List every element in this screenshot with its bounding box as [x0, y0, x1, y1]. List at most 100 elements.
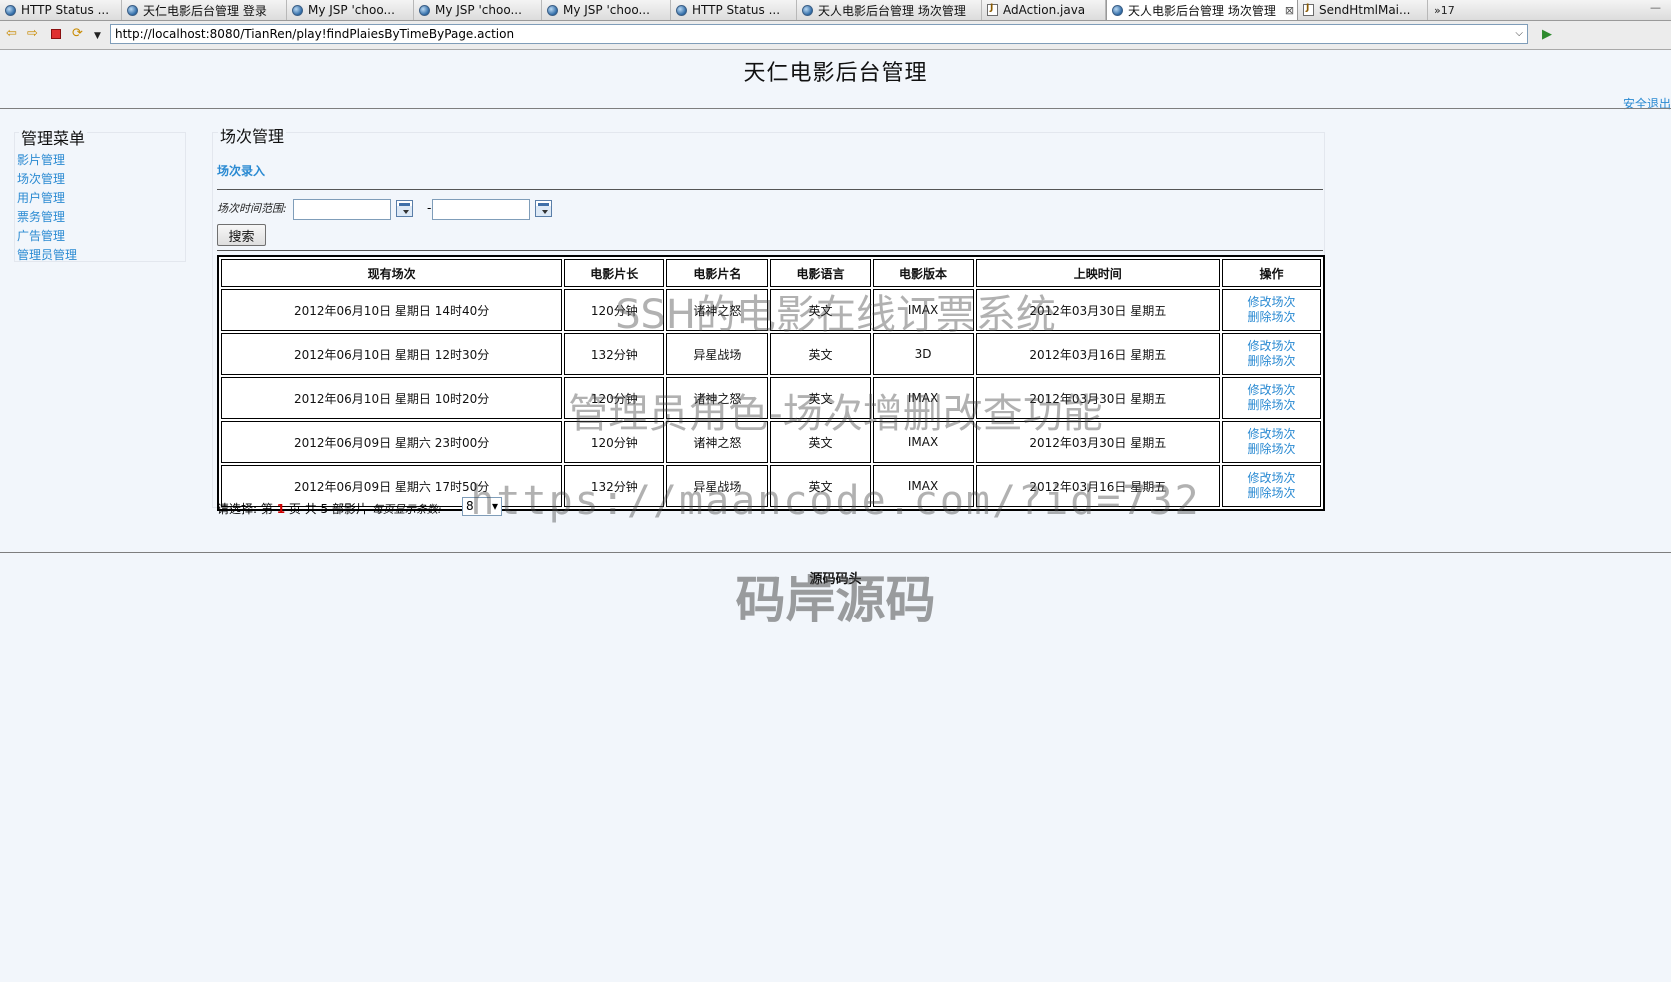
showtime-cell: 2012年06月10日 星期日 14时40分: [221, 289, 563, 331]
showtime-cell: 2012年06月09日 星期六 23时00分: [221, 421, 563, 463]
table-row: 2012年06月09日 星期六 23时00分 120分钟 诸神之怒 英文 IMA…: [221, 421, 1321, 463]
close-tab-icon[interactable]: ⊠: [1285, 4, 1294, 17]
search-button[interactable]: 搜索: [217, 224, 266, 246]
chevron-down-icon[interactable]: ⌵: [1515, 25, 1523, 43]
globe-icon: [419, 4, 430, 16]
address-input[interactable]: http://localhost:8080/TianRen/play!findP…: [110, 24, 1528, 44]
actions-cell: 修改场次 删除场次: [1221, 465, 1321, 507]
sidebar-menu: 管理菜单 影片管理 场次管理 用户管理 票务管理 广告管理 管理员管理: [14, 125, 186, 265]
globe-icon: [127, 4, 138, 16]
delete-showtime-link[interactable]: 删除场次: [1224, 310, 1319, 325]
browser-tab[interactable]: 天仁电影后台管理 登录: [122, 0, 287, 20]
back-arrow-icon[interactable]: ⇦: [6, 27, 17, 41]
tab-label: 天人电影后台管理 场次管理: [818, 3, 966, 18]
browser-tab[interactable]: My JSP 'choo...: [287, 0, 414, 20]
browser-tab-active[interactable]: 天人电影后台管理 场次管理 ⊠: [1106, 0, 1298, 20]
sidebar-item-users[interactable]: 用户管理: [17, 189, 185, 208]
sidebar-item-showtimes[interactable]: 场次管理: [17, 170, 185, 189]
forward-arrow-icon[interactable]: ⇨: [27, 27, 38, 41]
edit-showtime-link[interactable]: 修改场次: [1224, 295, 1319, 310]
tab-overflow-button[interactable]: »17: [1428, 0, 1461, 20]
pagination: 请选择: 第 1 页 共 5 部影片 每页显示条数:: [217, 500, 442, 517]
browser-tab[interactable]: HTTP Status ...: [671, 0, 797, 20]
stop-icon[interactable]: [51, 29, 61, 39]
tab-label: HTTP Status ...: [692, 3, 781, 17]
delete-showtime-link[interactable]: 删除场次: [1224, 442, 1319, 457]
browser-tab[interactable]: HTTP Status ...: [0, 0, 122, 20]
column-header: 电影片名: [666, 259, 769, 287]
page-content: 天仁电影后台管理 安全退出 管理菜单 影片管理 场次管理 用户管理 票务管理 广…: [0, 50, 1671, 982]
column-header: 电影片长: [564, 259, 665, 287]
tab-label: My JSP 'choo...: [563, 3, 650, 17]
go-icon[interactable]: ▶: [1542, 27, 1552, 42]
showtime-cell: 2012年06月10日 星期日 12时30分: [221, 333, 563, 375]
length-cell: 120分钟: [564, 289, 665, 331]
sidebar-item-ads[interactable]: 广告管理: [17, 227, 185, 246]
page-title: 天仁电影后台管理: [743, 61, 928, 86]
per-page-label: 每页显示条数:: [371, 503, 442, 516]
delete-showtime-link[interactable]: 删除场次: [1224, 398, 1319, 413]
movie-name-cell: 异星战场: [666, 465, 769, 507]
calendar-icon[interactable]: [535, 200, 552, 217]
table-row: 2012年06月10日 星期日 10时20分 120分钟 诸神之怒 英文 IMA…: [221, 377, 1321, 419]
time-range-label: 场次时间范围:: [217, 202, 287, 215]
history-dropdown-icon[interactable]: ▼: [94, 29, 101, 43]
delete-showtime-link[interactable]: 删除场次: [1224, 486, 1319, 501]
sidebar-item-movies[interactable]: 影片管理: [17, 151, 185, 170]
divider: [0, 552, 1671, 553]
tab-label: My JSP 'choo...: [435, 3, 522, 17]
divider: [217, 250, 1323, 251]
pager-middle: 页 共: [288, 502, 317, 516]
globe-icon: [802, 4, 813, 16]
edit-showtime-link[interactable]: 修改场次: [1224, 427, 1319, 442]
browser-tab[interactable]: 天人电影后台管理 场次管理: [797, 0, 982, 20]
tab-label: AdAction.java: [1003, 3, 1086, 17]
browser-tab[interactable]: SendHtmlMai...: [1298, 0, 1428, 20]
release-date-cell: 2012年03月16日 星期五: [975, 333, 1220, 375]
version-cell: 3D: [872, 333, 974, 375]
actions-cell: 修改场次 删除场次: [1221, 333, 1321, 375]
column-header: 操作: [1221, 259, 1321, 287]
calendar-icon[interactable]: [396, 200, 413, 217]
tab-label: My JSP 'choo...: [308, 3, 395, 17]
browser-tab[interactable]: AdAction.java: [982, 0, 1106, 20]
edit-showtime-link[interactable]: 修改场次: [1224, 471, 1319, 486]
table-row: 2012年06月10日 星期日 12时30分 132分钟 异星战场 英文 3D …: [221, 333, 1321, 375]
movie-name-cell: 诸神之怒: [666, 421, 769, 463]
tab-label: 天仁电影后台管理 登录: [143, 3, 267, 18]
release-date-cell: 2012年03月16日 星期五: [975, 465, 1220, 507]
release-date-cell: 2012年03月30日 星期五: [975, 421, 1220, 463]
add-showtime-link[interactable]: 场次录入: [217, 162, 265, 179]
edit-showtime-link[interactable]: 修改场次: [1224, 339, 1319, 354]
delete-showtime-link[interactable]: 删除场次: [1224, 354, 1319, 369]
language-cell: 英文: [770, 421, 871, 463]
tab-label: HTTP Status ...: [21, 3, 110, 17]
globe-icon: [5, 4, 16, 16]
tab-label: 天人电影后台管理 场次管理: [1128, 3, 1276, 18]
current-page-number[interactable]: 1: [277, 502, 285, 516]
pager-suffix: 部影片: [332, 502, 369, 516]
sidebar-title: 管理菜单: [19, 125, 88, 149]
pager-prefix: 请选择: 第: [217, 502, 273, 516]
showtime-table: 现有场次 电影片长 电影片名 电影语言 电影版本 上映时间 操作 2012年06…: [217, 255, 1325, 511]
language-cell: 英文: [770, 333, 871, 375]
per-page-value: 8: [466, 499, 474, 513]
browser-tab[interactable]: My JSP 'choo...: [414, 0, 542, 20]
length-cell: 132分钟: [564, 333, 665, 375]
length-cell: 120分钟: [564, 421, 665, 463]
sidebar-item-tickets[interactable]: 票务管理: [17, 208, 185, 227]
start-date-input[interactable]: [293, 199, 391, 220]
minimize-icon[interactable]: —: [1650, 1, 1661, 14]
refresh-icon[interactable]: ⟳: [72, 27, 83, 41]
language-cell: 英文: [770, 377, 871, 419]
edit-showtime-link[interactable]: 修改场次: [1224, 383, 1319, 398]
length-cell: 132分钟: [564, 465, 665, 507]
per-page-select[interactable]: 8: [462, 497, 502, 516]
browser-tab[interactable]: My JSP 'choo...: [542, 0, 671, 20]
logout-link[interactable]: 安全退出: [1623, 95, 1671, 112]
actions-cell: 修改场次 删除场次: [1221, 421, 1321, 463]
end-date-input[interactable]: [432, 199, 530, 220]
language-cell: 英文: [770, 465, 871, 507]
sidebar-item-admins[interactable]: 管理员管理: [17, 246, 185, 265]
column-header: 上映时间: [975, 259, 1220, 287]
